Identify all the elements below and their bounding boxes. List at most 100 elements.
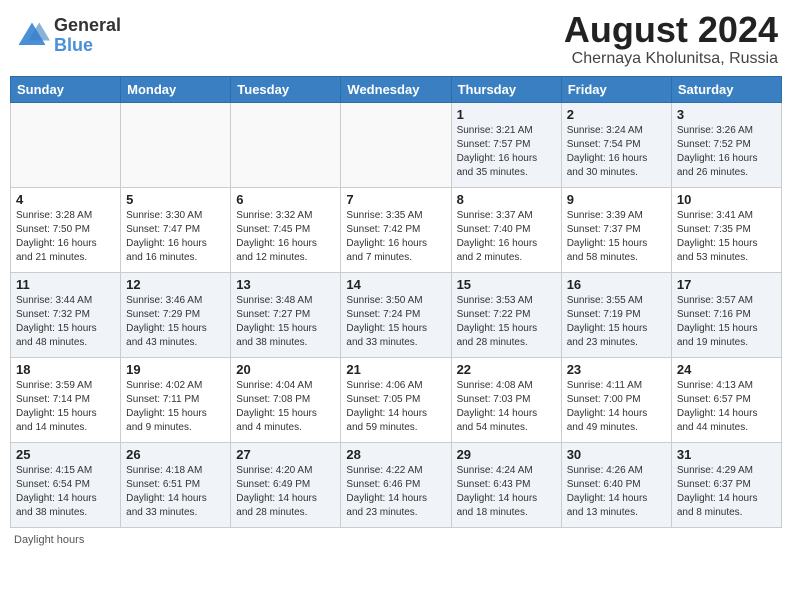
calendar-cell: 25 Sunrise: 4:15 AMSunset: 6:54 PMDayligh… bbox=[11, 442, 121, 527]
day-info: Sunrise: 3:48 AMSunset: 7:27 PMDaylight:… bbox=[236, 294, 335, 350]
day-info: Sunrise: 3:57 AMSunset: 7:16 PMDaylight:… bbox=[677, 294, 776, 350]
day-info: Sunrise: 3:55 AMSunset: 7:19 PMDaylight:… bbox=[567, 294, 666, 350]
title-section: August 2024 Chernaya Kholunitsa, Russia bbox=[564, 10, 778, 68]
calendar-header-saturday: Saturday bbox=[671, 76, 781, 102]
calendar-cell bbox=[121, 102, 231, 187]
day-number: 28 bbox=[346, 447, 445, 462]
calendar-header-wednesday: Wednesday bbox=[341, 76, 451, 102]
day-number: 12 bbox=[126, 277, 225, 292]
day-number: 26 bbox=[126, 447, 225, 462]
calendar-header-tuesday: Tuesday bbox=[231, 76, 341, 102]
calendar-week-row: 18 Sunrise: 3:59 AMSunset: 7:14 PMDayligh… bbox=[11, 357, 782, 442]
calendar-cell: 5Sunrise: 3:30 AMSunset: 7:47 PMDaylight… bbox=[121, 187, 231, 272]
month-year-title: August 2024 bbox=[564, 10, 778, 50]
calendar-week-row: 4 Sunrise: 3:28 AMSunset: 7:50 PMDaylight… bbox=[11, 187, 782, 272]
calendar-cell: 9 Sunrise: 3:39 AMSunset: 7:37 PMDaylight… bbox=[561, 187, 671, 272]
calendar-cell: 1 Sunrise: 3:21 AMSunset: 7:57 PMDaylight… bbox=[451, 102, 561, 187]
day-number: 7 bbox=[346, 192, 445, 207]
day-info: Sunrise: 3:50 AMSunset: 7:24 PMDaylight:… bbox=[346, 294, 445, 350]
day-info: Sunrise: 3:24 AMSunset: 7:54 PMDaylight:… bbox=[567, 124, 666, 180]
day-info: Sunrise: 4:06 AMSunset: 7:05 PMDaylight:… bbox=[346, 379, 445, 435]
logo-text: General Blue bbox=[54, 16, 121, 56]
day-info: Sunrise: 3:41 AMSunset: 7:35 PMDaylight:… bbox=[677, 209, 776, 265]
day-info: Sunrise: 3:37 AMSunset: 7:40 PMDaylight:… bbox=[457, 209, 556, 265]
calendar-table: SundayMondayTuesdayWednesdayThursdayFrid… bbox=[10, 76, 782, 528]
day-info: Sunrise: 3:35 AMSunset: 7:42 PMDaylight:… bbox=[346, 209, 445, 265]
day-info: Sunrise: 4:15 AMSunset: 6:54 PMDaylight:… bbox=[16, 464, 115, 520]
logo-icon bbox=[14, 18, 50, 54]
day-number: 6 bbox=[236, 192, 335, 207]
calendar-cell: 20 Sunrise: 4:04 AMSunset: 7:08 PMDayligh… bbox=[231, 357, 341, 442]
day-number: 30 bbox=[567, 447, 666, 462]
calendar-cell: 23Sunrise: 4:11 AMSunset: 7:00 PMDayligh… bbox=[561, 357, 671, 442]
day-number: 17 bbox=[677, 277, 776, 292]
calendar-cell: 22Sunrise: 4:08 AMSunset: 7:03 PMDayligh… bbox=[451, 357, 561, 442]
calendar-cell: 26 Sunrise: 4:18 AMSunset: 6:51 PMDayligh… bbox=[121, 442, 231, 527]
calendar-cell: 29Sunrise: 4:24 AMSunset: 6:43 PMDayligh… bbox=[451, 442, 561, 527]
day-info: Sunrise: 4:11 AMSunset: 7:00 PMDaylight:… bbox=[567, 379, 666, 435]
calendar-week-row: 11 Sunrise: 3:44 AMSunset: 7:32 PMDayligh… bbox=[11, 272, 782, 357]
day-number: 4 bbox=[16, 192, 115, 207]
day-number: 10 bbox=[677, 192, 776, 207]
day-info: Sunrise: 3:26 AMSunset: 7:52 PMDaylight:… bbox=[677, 124, 776, 180]
day-info: Sunrise: 3:44 AMSunset: 7:32 PMDaylight:… bbox=[16, 294, 115, 350]
calendar-header-sunday: Sunday bbox=[11, 76, 121, 102]
day-number: 25 bbox=[16, 447, 115, 462]
calendar-cell: 24Sunrise: 4:13 AMSunset: 6:57 PMDayligh… bbox=[671, 357, 781, 442]
day-info: Sunrise: 3:39 AMSunset: 7:37 PMDaylight:… bbox=[567, 209, 666, 265]
calendar-cell: 16 Sunrise: 3:55 AMSunset: 7:19 PMDayligh… bbox=[561, 272, 671, 357]
day-number: 18 bbox=[16, 362, 115, 377]
calendar-cell: 21Sunrise: 4:06 AMSunset: 7:05 PMDayligh… bbox=[341, 357, 451, 442]
day-number: 8 bbox=[457, 192, 556, 207]
calendar-cell: 8 Sunrise: 3:37 AMSunset: 7:40 PMDaylight… bbox=[451, 187, 561, 272]
day-number: 19 bbox=[126, 362, 225, 377]
page-header: General Blue August 2024 Chernaya Kholun… bbox=[10, 10, 782, 68]
day-info: Sunrise: 4:24 AMSunset: 6:43 PMDaylight:… bbox=[457, 464, 556, 520]
day-number: 9 bbox=[567, 192, 666, 207]
calendar-cell: 6 Sunrise: 3:32 AMSunset: 7:45 PMDaylight… bbox=[231, 187, 341, 272]
calendar-cell: 2 Sunrise: 3:24 AMSunset: 7:54 PMDaylight… bbox=[561, 102, 671, 187]
day-info: Sunrise: 4:04 AMSunset: 7:08 PMDaylight:… bbox=[236, 379, 335, 435]
calendar-cell bbox=[231, 102, 341, 187]
day-number: 2 bbox=[567, 107, 666, 122]
calendar-header-row: SundayMondayTuesdayWednesdayThursdayFrid… bbox=[11, 76, 782, 102]
day-info: Sunrise: 4:18 AMSunset: 6:51 PMDaylight:… bbox=[126, 464, 225, 520]
day-info: Sunrise: 3:28 AMSunset: 7:50 PMDaylight:… bbox=[16, 209, 115, 265]
calendar-cell bbox=[341, 102, 451, 187]
day-info: Sunrise: 3:32 AMSunset: 7:45 PMDaylight:… bbox=[236, 209, 335, 265]
calendar-cell: 30 Sunrise: 4:26 AMSunset: 6:40 PMDayligh… bbox=[561, 442, 671, 527]
day-info: Sunrise: 4:08 AMSunset: 7:03 PMDaylight:… bbox=[457, 379, 556, 435]
calendar-cell: 18 Sunrise: 3:59 AMSunset: 7:14 PMDayligh… bbox=[11, 357, 121, 442]
calendar-cell: 27 Sunrise: 4:20 AMSunset: 6:49 PMDayligh… bbox=[231, 442, 341, 527]
calendar-cell: 3 Sunrise: 3:26 AMSunset: 7:52 PMDaylight… bbox=[671, 102, 781, 187]
day-number: 16 bbox=[567, 277, 666, 292]
day-number: 31 bbox=[677, 447, 776, 462]
day-info: Sunrise: 4:02 AMSunset: 7:11 PMDaylight:… bbox=[126, 379, 225, 435]
day-info: Sunrise: 4:26 AMSunset: 6:40 PMDaylight:… bbox=[567, 464, 666, 520]
day-number: 1 bbox=[457, 107, 556, 122]
day-number: 27 bbox=[236, 447, 335, 462]
day-info: Sunrise: 3:59 AMSunset: 7:14 PMDaylight:… bbox=[16, 379, 115, 435]
day-info: Sunrise: 4:29 AMSunset: 6:37 PMDaylight:… bbox=[677, 464, 776, 520]
day-number: 11 bbox=[16, 277, 115, 292]
day-info: Sunrise: 3:53 AMSunset: 7:22 PMDaylight:… bbox=[457, 294, 556, 350]
calendar-cell: 19 Sunrise: 4:02 AMSunset: 7:11 PMDayligh… bbox=[121, 357, 231, 442]
calendar-week-row: 25 Sunrise: 4:15 AMSunset: 6:54 PMDayligh… bbox=[11, 442, 782, 527]
day-info: Sunrise: 3:46 AMSunset: 7:29 PMDaylight:… bbox=[126, 294, 225, 350]
calendar-cell: 15Sunrise: 3:53 AMSunset: 7:22 PMDayligh… bbox=[451, 272, 561, 357]
calendar-cell: 12 Sunrise: 3:46 AMSunset: 7:29 PMDayligh… bbox=[121, 272, 231, 357]
day-number: 13 bbox=[236, 277, 335, 292]
calendar-cell: 11 Sunrise: 3:44 AMSunset: 7:32 PMDayligh… bbox=[11, 272, 121, 357]
day-info: Sunrise: 3:21 AMSunset: 7:57 PMDaylight:… bbox=[457, 124, 556, 180]
calendar-cell: 13 Sunrise: 3:48 AMSunset: 7:27 PMDayligh… bbox=[231, 272, 341, 357]
calendar-cell: 4 Sunrise: 3:28 AMSunset: 7:50 PMDaylight… bbox=[11, 187, 121, 272]
calendar-header-friday: Friday bbox=[561, 76, 671, 102]
day-number: 20 bbox=[236, 362, 335, 377]
day-number: 3 bbox=[677, 107, 776, 122]
day-info: Sunrise: 4:20 AMSunset: 6:49 PMDaylight:… bbox=[236, 464, 335, 520]
day-number: 5 bbox=[126, 192, 225, 207]
logo-blue-text: Blue bbox=[54, 36, 121, 56]
calendar-cell: 31 Sunrise: 4:29 AMSunset: 6:37 PMDayligh… bbox=[671, 442, 781, 527]
logo-general-text: General bbox=[54, 16, 121, 36]
location-subtitle: Chernaya Kholunitsa, Russia bbox=[564, 50, 778, 68]
